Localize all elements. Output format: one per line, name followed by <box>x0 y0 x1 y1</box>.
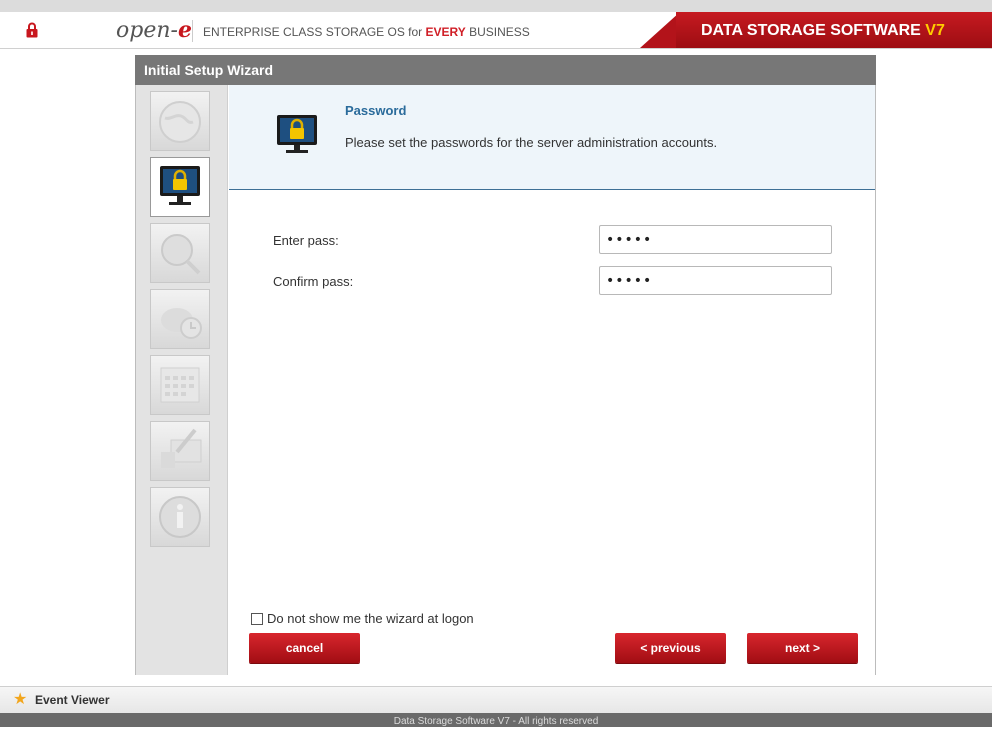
star-icon: ★ <box>13 691 28 708</box>
previous-button[interactable]: < previous <box>615 633 726 663</box>
monitor-lock-icon <box>277 115 317 153</box>
no-show-label: Do not show me the wizard at logon <box>267 611 474 626</box>
monitor-pencil-icon <box>161 428 202 468</box>
event-viewer-bar: ★ Event Viewer <box>0 686 992 714</box>
footer: Data Storage Software V7 - All rights re… <box>0 713 992 727</box>
monitor-lock-icon <box>160 166 200 205</box>
open-e-logo: open-e <box>116 17 192 43</box>
enter-pass-label: Enter pass: <box>273 233 339 248</box>
step-time[interactable] <box>150 289 210 349</box>
step-title: Password <box>345 103 407 118</box>
header-divider <box>192 20 193 42</box>
calendar-icon <box>160 367 200 403</box>
info-icon <box>159 496 201 538</box>
header-tagline: ENTERPRISE CLASS STORAGE OS for EVERY BU… <box>203 25 530 39</box>
brand-title: DATA STORAGE SOFTWARE V7 <box>701 22 945 39</box>
confirm-pass-input[interactable]: ••••• <box>599 266 832 295</box>
app-header: open-e ENTERPRISE CLASS STORAGE OS for E… <box>0 12 992 49</box>
next-button[interactable]: next > <box>747 633 858 663</box>
no-show-checkbox[interactable] <box>251 612 263 625</box>
lock-icon <box>26 22 38 38</box>
step-summary[interactable] <box>150 487 210 547</box>
step-schedule[interactable] <box>150 355 210 415</box>
step-password[interactable] <box>150 157 210 217</box>
step-description: Please set the passwords for the server … <box>345 135 718 150</box>
window-top-strip <box>0 0 992 12</box>
clock-icon <box>161 308 202 339</box>
globe-icon <box>159 101 201 143</box>
step-globe[interactable] <box>150 91 210 151</box>
enter-pass-input[interactable]: ••••• <box>599 225 832 254</box>
network-search-icon <box>161 234 201 275</box>
event-viewer-link[interactable]: Event Viewer <box>35 693 109 707</box>
cancel-button[interactable]: cancel <box>249 633 360 663</box>
no-show-wizard-option[interactable]: Do not show me the wizard at logon <box>251 611 474 626</box>
brand-slant <box>640 12 680 48</box>
step-configuration[interactable] <box>150 421 210 481</box>
confirm-pass-label: Confirm pass: <box>273 274 354 289</box>
wizard-title: Initial Setup Wizard <box>135 55 876 85</box>
step-network[interactable] <box>150 223 210 283</box>
